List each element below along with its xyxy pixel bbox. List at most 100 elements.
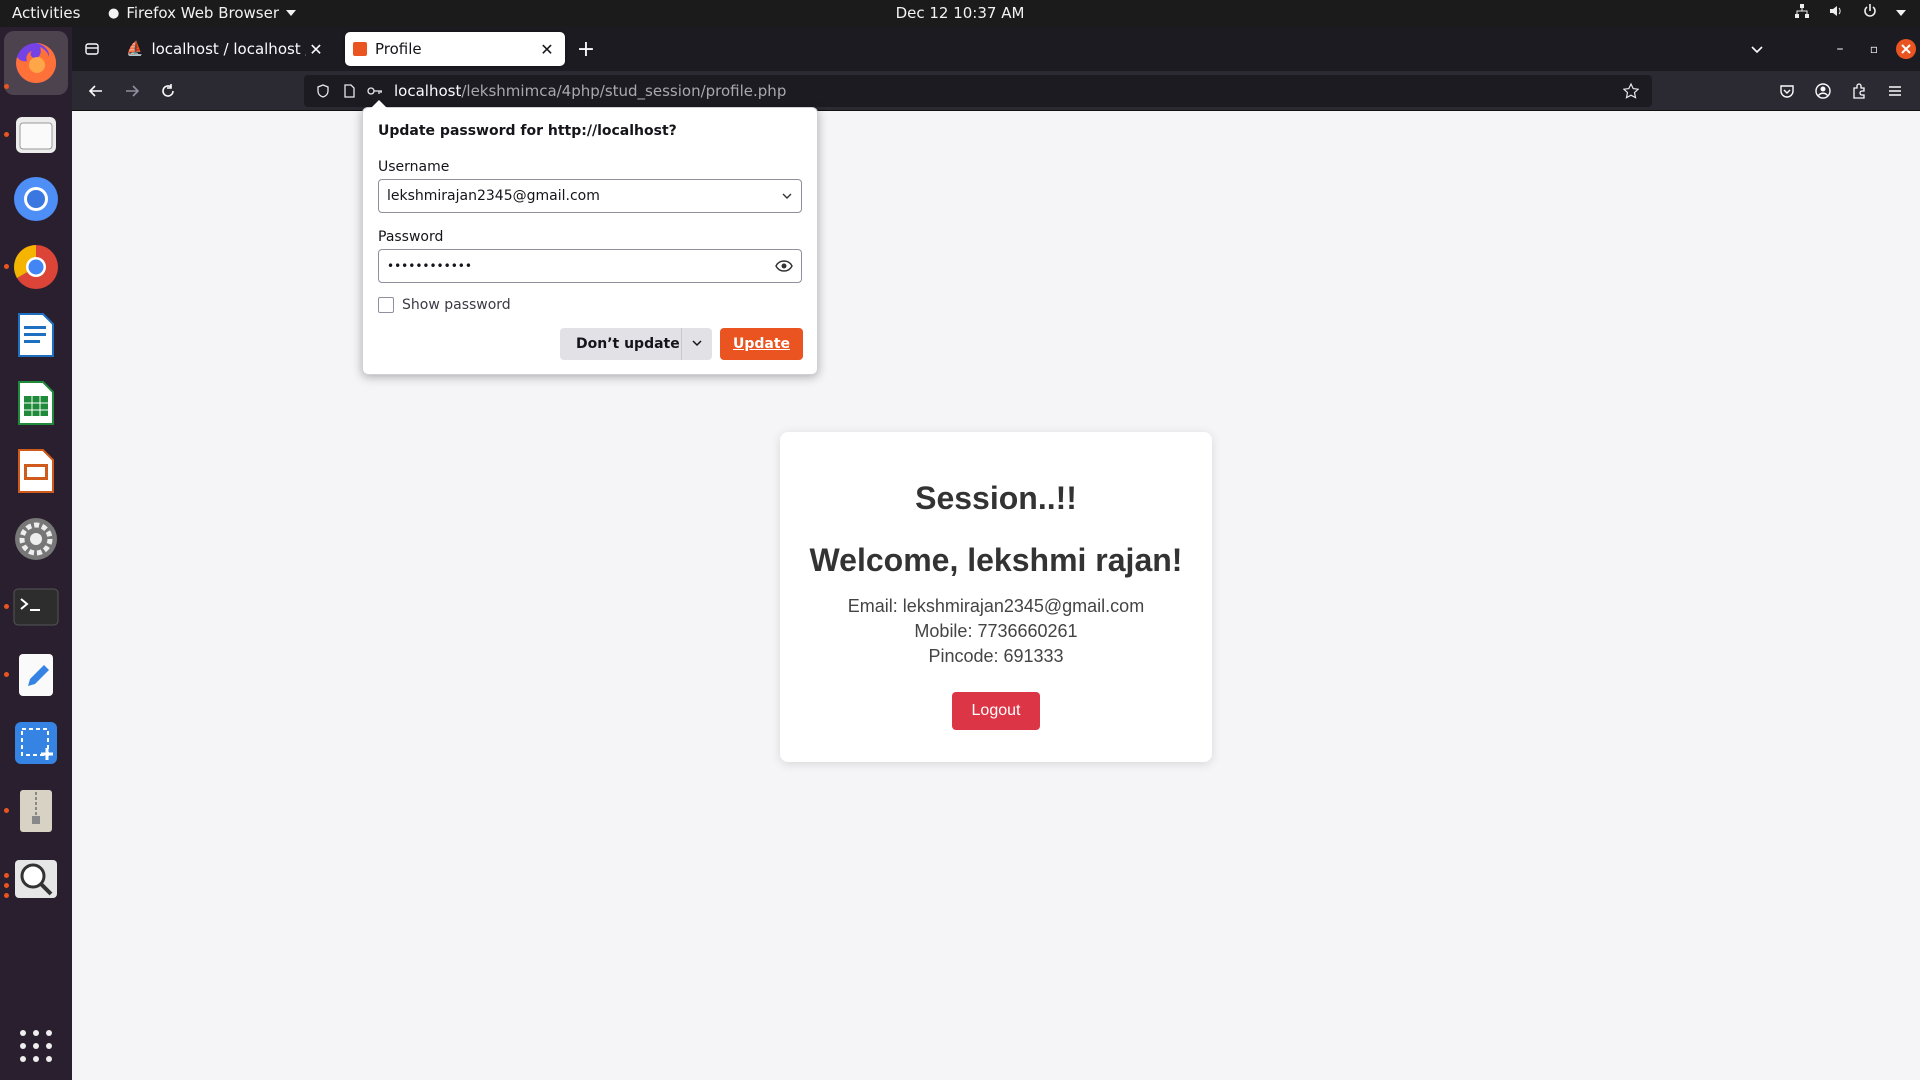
eye-icon[interactable] bbox=[775, 259, 793, 273]
back-arrow-icon bbox=[88, 85, 102, 97]
dock-writer[interactable] bbox=[12, 311, 60, 359]
dock-terminal[interactable] bbox=[12, 583, 60, 631]
pincode-text: Pincode: 691333 bbox=[928, 646, 1064, 666]
terminal-icon bbox=[13, 588, 59, 626]
shield-icon[interactable] bbox=[312, 80, 334, 102]
logout-button[interactable]: Logout bbox=[952, 692, 1040, 730]
files-icon bbox=[16, 117, 56, 153]
magnifier-icon bbox=[15, 860, 57, 898]
doorhanger-title: Update password for http://localhost? bbox=[378, 123, 677, 139]
dock bbox=[0, 27, 72, 1080]
show-apps-button[interactable] bbox=[20, 1030, 52, 1062]
running-indicator bbox=[4, 808, 9, 813]
chrome-icon bbox=[14, 245, 58, 289]
email-text: Email: lekshmirajan2345@gmail.com bbox=[847, 596, 1145, 616]
dock-impress[interactable] bbox=[12, 447, 60, 495]
running-indicator bbox=[4, 873, 9, 878]
dock-image-viewer[interactable] bbox=[12, 855, 60, 903]
tab-strip: ⛵ localhost / localhost / stu ✕ Profile … bbox=[72, 27, 1920, 71]
dock-files[interactable] bbox=[12, 111, 60, 159]
forward-arrow-icon bbox=[126, 85, 140, 97]
system-top-bar: Activities ● Firefox Web Browser Dec 12 … bbox=[0, 0, 1920, 27]
network-icon bbox=[1794, 3, 1810, 23]
archive-icon bbox=[20, 790, 52, 832]
account-icon[interactable] bbox=[1809, 77, 1837, 105]
window-close-button[interactable] bbox=[1892, 35, 1920, 63]
profile-card: Session..!! Welcome, lekshmi rajan! Emai… bbox=[780, 432, 1212, 762]
bookmark-star-icon[interactable] bbox=[1620, 80, 1642, 102]
welcome-heading: Welcome, lekshmi rajan! bbox=[809, 542, 1183, 578]
back-button[interactable] bbox=[82, 77, 110, 105]
username-label: Username bbox=[378, 159, 450, 175]
chevron-down-icon bbox=[1896, 10, 1906, 16]
impress-icon bbox=[18, 449, 54, 493]
url-bar[interactable]: localhost/lekshmimca/4php/stud_session/p… bbox=[304, 75, 1652, 107]
running-indicator bbox=[4, 883, 9, 888]
dock-chromium[interactable] bbox=[12, 175, 60, 223]
hamburger-menu-icon[interactable] bbox=[1881, 77, 1909, 105]
url-text: localhost/lekshmimca/4php/stud_session/p… bbox=[394, 82, 787, 100]
extensions-icon[interactable] bbox=[1845, 77, 1873, 105]
password-label: Password bbox=[378, 229, 444, 245]
dock-archive-manager[interactable] bbox=[12, 787, 60, 835]
close-icon[interactable]: ✕ bbox=[306, 40, 326, 59]
pocket-icon[interactable] bbox=[1773, 77, 1801, 105]
firefox-icon bbox=[16, 42, 57, 83]
dock-calc[interactable] bbox=[12, 379, 60, 427]
calc-icon bbox=[18, 381, 54, 425]
running-indicator bbox=[4, 132, 9, 137]
chevron-down-icon[interactable] bbox=[682, 337, 712, 352]
text-editor-icon bbox=[19, 654, 53, 696]
running-indicator bbox=[4, 672, 9, 677]
minimize-button[interactable]: – bbox=[1826, 35, 1854, 63]
password-update-doorhanger: Update password for http://localhost? Us… bbox=[362, 100, 818, 375]
tab-list-icon[interactable] bbox=[78, 35, 106, 63]
tab-profile[interactable]: Profile ✕ bbox=[345, 32, 565, 66]
tab-label: Profile bbox=[375, 40, 422, 58]
username-value: lekshmirajan2345@gmail.com bbox=[387, 188, 600, 204]
screenshot-icon bbox=[15, 722, 57, 764]
new-tab-button[interactable]: + bbox=[572, 35, 600, 63]
dock-chrome[interactable] bbox=[12, 243, 60, 291]
system-tray[interactable] bbox=[1794, 3, 1906, 23]
password-field[interactable]: •••••••••••• bbox=[378, 249, 802, 283]
navigation-toolbar: localhost/lekshmimca/4php/stud_session/p… bbox=[72, 71, 1920, 111]
tab-phpmyadmin[interactable]: ⛵ localhost / localhost / stu ✕ bbox=[118, 32, 334, 66]
chevron-down-icon[interactable] bbox=[781, 190, 793, 202]
phpmyadmin-icon: ⛵ bbox=[126, 41, 144, 57]
show-password-checkbox[interactable]: Show password bbox=[378, 297, 511, 313]
dock-screenshot[interactable] bbox=[12, 719, 60, 767]
key-icon[interactable] bbox=[364, 80, 386, 102]
forward-button[interactable] bbox=[118, 77, 146, 105]
close-icon[interactable]: ✕ bbox=[537, 40, 557, 59]
power-icon bbox=[1862, 3, 1878, 23]
chromium-icon bbox=[14, 177, 58, 221]
page-info-icon[interactable] bbox=[338, 80, 360, 102]
username-field[interactable]: lekshmirajan2345@gmail.com bbox=[378, 179, 802, 213]
tab-label: localhost / localhost / stu bbox=[151, 40, 306, 58]
update-button[interactable]: Update bbox=[720, 328, 803, 360]
dock-text-editor[interactable] bbox=[12, 651, 60, 699]
reload-icon bbox=[162, 84, 174, 97]
dock-firefox[interactable] bbox=[4, 31, 68, 95]
password-value: •••••••••••• bbox=[387, 259, 472, 273]
running-indicator bbox=[4, 604, 9, 609]
chevron-down-icon[interactable] bbox=[1743, 35, 1771, 63]
dock-settings[interactable] bbox=[12, 515, 60, 563]
running-indicator bbox=[4, 84, 9, 89]
mobile-text: Mobile: 7736660261 bbox=[914, 621, 1078, 641]
volume-icon bbox=[1828, 3, 1844, 23]
clock[interactable]: Dec 12 10:37 AM bbox=[0, 4, 1920, 22]
checkbox-box[interactable] bbox=[378, 297, 394, 313]
show-password-label: Show password bbox=[402, 297, 511, 313]
running-indicator bbox=[4, 893, 9, 898]
running-indicator bbox=[4, 264, 9, 269]
close-icon bbox=[1896, 39, 1916, 59]
page-favicon-icon bbox=[353, 42, 367, 56]
writer-icon bbox=[18, 313, 54, 357]
dont-update-label: Don’t update bbox=[576, 336, 680, 352]
maximize-button[interactable]: ▫ bbox=[1860, 35, 1888, 63]
dont-update-button[interactable]: Don’t update bbox=[560, 328, 712, 360]
session-heading: Session..!! bbox=[915, 480, 1077, 516]
reload-button[interactable] bbox=[154, 77, 182, 105]
